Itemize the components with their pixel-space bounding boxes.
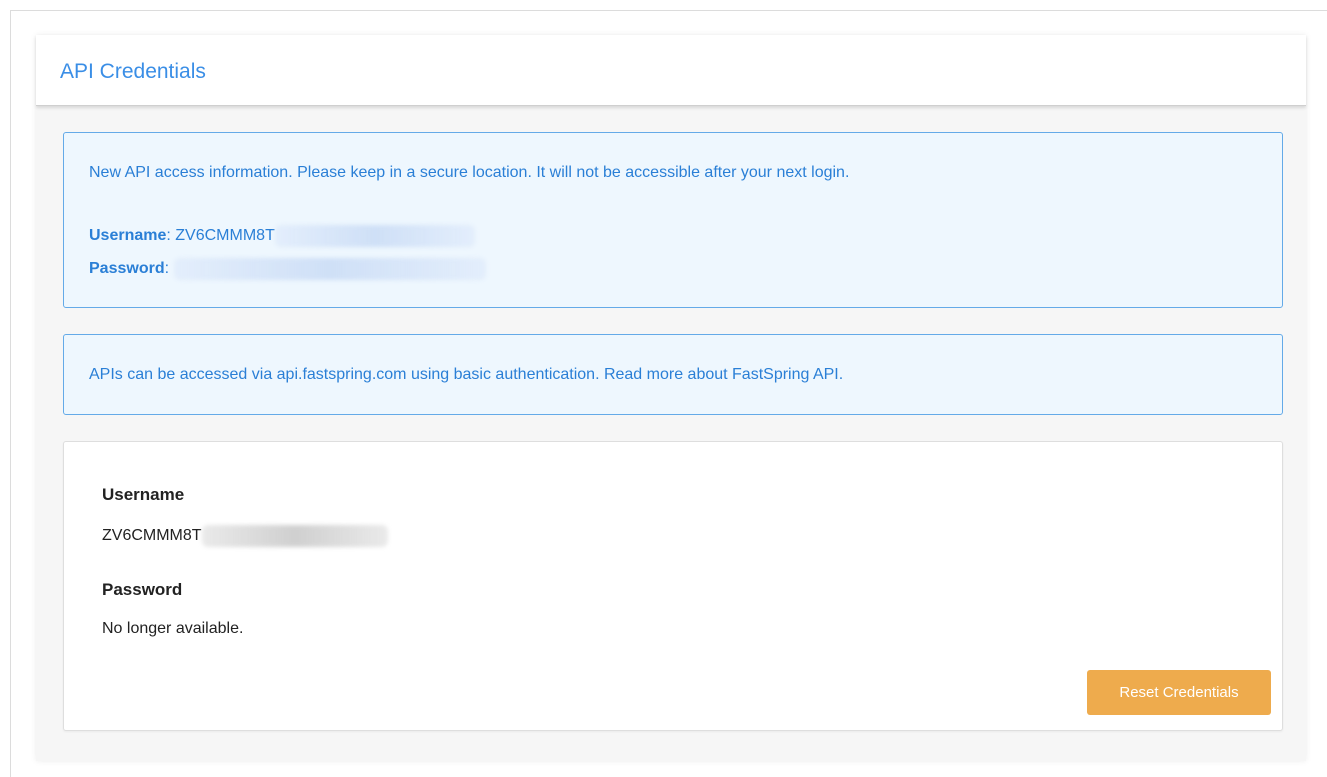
alert-password-label: Password [89,260,165,278]
alert-password-row: Password: [89,258,486,280]
alert-username-row: Username: ZV6CMMM8T [89,225,475,247]
api-info-message: APIs can be accessed via api.fastspring.… [89,366,844,383]
password-label: Password [102,580,183,599]
reset-credentials-button[interactable]: Reset Credentials [1087,670,1271,715]
panel-header: API Credentials [36,35,1306,106]
redacted-username-blur [274,225,475,247]
alert-username-separator: : [166,227,171,245]
api-credentials-panel: API Credentials New API access informati… [36,35,1306,761]
alert-username-value: ZV6CMMM8T [175,227,275,245]
username-value: ZV6CMMM8T [102,527,202,545]
redacted-username-blur [201,525,388,547]
alert-username-label: Username [89,227,167,245]
alert-password-separator: : [164,260,170,278]
new-credentials-alert: New API access information. Please keep … [63,132,1283,308]
api-info-alert: APIs can be accessed via api.fastspring.… [63,334,1283,415]
new-credentials-message: New API access information. Please keep … [89,164,850,181]
redacted-password-blur [173,258,486,280]
username-label: Username [102,485,185,504]
password-value: No longer available. [102,620,244,637]
panel-title: API Credentials [60,60,206,83]
credentials-card: Username ZV6CMMM8T Password No longer av… [63,441,1283,731]
username-value-row: ZV6CMMM8T [102,525,388,547]
